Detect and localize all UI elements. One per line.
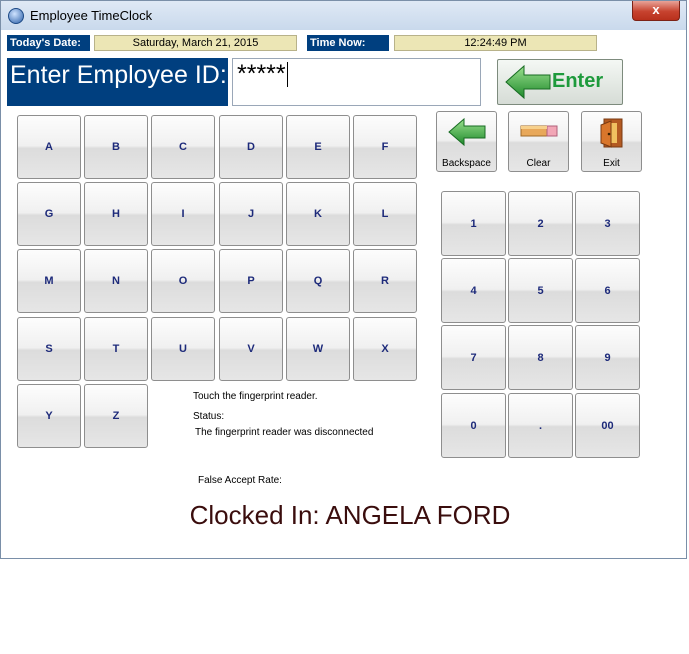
backspace-label: Backspace — [442, 158, 491, 169]
key-j[interactable]: J — [219, 182, 283, 246]
key-b[interactable]: B — [84, 115, 148, 179]
key-a[interactable]: A — [17, 115, 81, 179]
clocked-in-message: Clocked In: ANGELA FORD — [189, 500, 511, 530]
key-l[interactable]: L — [353, 182, 417, 246]
clear-label: Clear — [526, 158, 551, 169]
key-r[interactable]: R — [353, 249, 417, 313]
exit-label: Exit — [603, 158, 620, 169]
key-n[interactable]: N — [84, 249, 148, 313]
key-c[interactable]: C — [151, 115, 215, 179]
status-text: The fingerprint reader was disconnected — [195, 427, 374, 438]
main-content: Today's Date: Saturday, March 21, 2015 T… — [1, 30, 686, 560]
key-num-dot[interactable]: . — [508, 393, 573, 458]
key-q[interactable]: Q — [286, 249, 350, 313]
exit-button[interactable]: Exit — [581, 111, 642, 172]
key-x[interactable]: X — [353, 317, 417, 381]
key-u[interactable]: U — [151, 317, 215, 381]
key-i[interactable]: I — [151, 182, 215, 246]
todays-date-value: Saturday, March 21, 2015 — [94, 35, 297, 51]
key-num-5[interactable]: 5 — [508, 258, 573, 323]
key-num-9[interactable]: 9 — [575, 325, 640, 390]
title-bar[interactable]: Employee TimeClock x — [1, 1, 686, 30]
clear-button[interactable]: Clear — [508, 111, 569, 172]
key-v[interactable]: V — [219, 317, 283, 381]
exit-door-icon — [600, 118, 622, 148]
key-f[interactable]: F — [353, 115, 417, 179]
arrow-left-icon — [505, 64, 551, 100]
key-w[interactable]: W — [286, 317, 350, 381]
key-t[interactable]: T — [84, 317, 148, 381]
key-num-6[interactable]: 6 — [575, 258, 640, 323]
key-g[interactable]: G — [17, 182, 81, 246]
text-caret — [286, 62, 289, 87]
key-m[interactable]: M — [17, 249, 81, 313]
todays-date-label: Today's Date: — [7, 35, 90, 51]
employee-id-value: ***** — [237, 60, 286, 88]
key-num-4[interactable]: 4 — [441, 258, 506, 323]
app-icon — [8, 8, 24, 24]
false-accept-rate-label: False Accept Rate: — [198, 475, 282, 486]
close-button[interactable]: x — [632, 1, 680, 21]
key-num-8[interactable]: 8 — [508, 325, 573, 390]
key-d[interactable]: D — [219, 115, 283, 179]
backspace-arrow-icon — [447, 117, 485, 147]
fingerprint-prompt: Touch the fingerprint reader. — [193, 391, 318, 402]
key-z[interactable]: Z — [84, 384, 148, 448]
key-p[interactable]: P — [219, 249, 283, 313]
key-num-0[interactable]: 0 — [441, 393, 506, 458]
key-o[interactable]: O — [151, 249, 215, 313]
timeclock-window: Employee TimeClock x Today's Date: Satur… — [0, 0, 687, 559]
key-num-3[interactable]: 3 — [575, 191, 640, 256]
key-h[interactable]: H — [84, 182, 148, 246]
key-num-1[interactable]: 1 — [441, 191, 506, 256]
key-s[interactable]: S — [17, 317, 81, 381]
time-now-label: Time Now: — [307, 35, 389, 51]
key-num-7[interactable]: 7 — [441, 325, 506, 390]
key-e[interactable]: E — [286, 115, 350, 179]
key-k[interactable]: K — [286, 182, 350, 246]
employee-id-input[interactable]: ***** — [232, 58, 481, 106]
status-label: Status: — [193, 411, 225, 422]
enter-button-label: Enter — [552, 70, 604, 92]
key-num-00[interactable]: 00 — [575, 393, 640, 458]
eraser-icon — [520, 125, 557, 137]
window-title: Employee TimeClock — [30, 8, 153, 23]
time-now-value: 12:24:49 PM — [394, 35, 597, 51]
key-y[interactable]: Y — [17, 384, 81, 448]
backspace-button[interactable]: Backspace — [436, 111, 497, 172]
enter-button[interactable]: Enter — [497, 59, 623, 105]
key-num-2[interactable]: 2 — [508, 191, 573, 256]
enter-employee-id-label: Enter Employee ID: — [7, 58, 228, 106]
